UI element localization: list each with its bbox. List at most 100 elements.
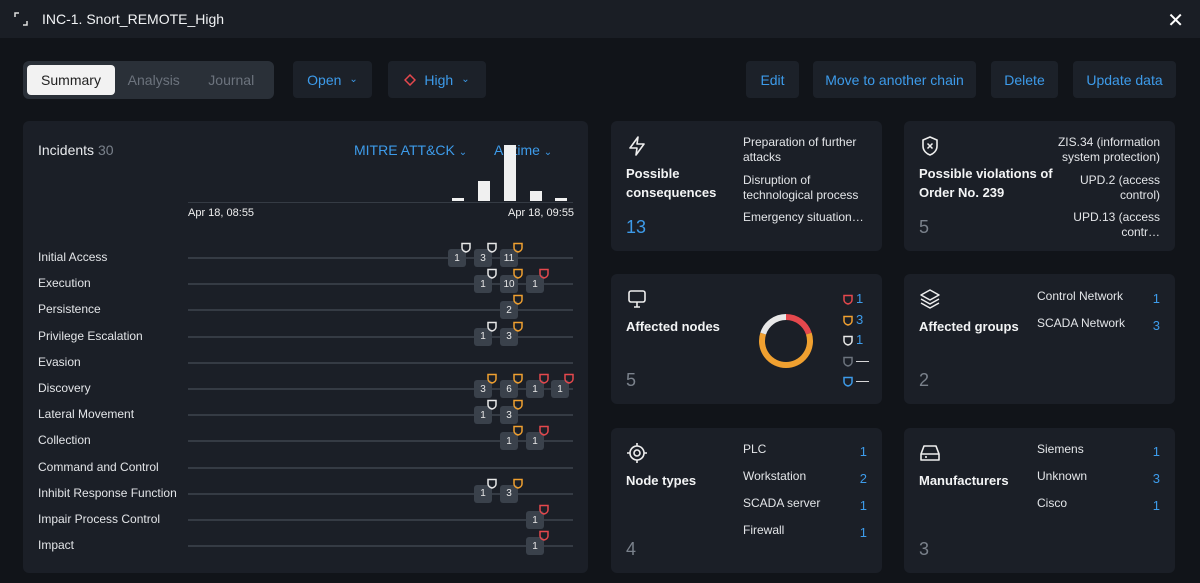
group-name: Control Network [1037, 289, 1124, 303]
severity-high-shield-icon [843, 294, 853, 305]
severity-low-shield-icon [487, 268, 497, 279]
expand-icon[interactable] [14, 12, 28, 26]
time-end-label: Apr 18, 09:55 [508, 207, 575, 219]
manufacturers-title: Manufacturers [919, 473, 1009, 488]
legend-item-high[interactable]: 1 [843, 291, 873, 307]
legend-item-unknown[interactable]: — [843, 353, 873, 369]
tactic-label: Initial Access [38, 250, 108, 264]
group-value[interactable]: 1 [1153, 291, 1160, 306]
severity-dropdown[interactable]: High ⌄ [388, 61, 486, 98]
severity-unknown-shield-icon [843, 356, 853, 367]
violation-item: UPD.13 (access contr… [1073, 210, 1160, 239]
tactic-label: Persistence [38, 302, 101, 317]
time-start-label: Apr 18, 08:55 [188, 207, 255, 219]
legend-item-info[interactable]: — [843, 373, 873, 389]
tactic-label: Command and Control [38, 459, 159, 474]
affected-groups-card[interactable]: Affected groups 2 Control Network 1 SCAD… [904, 274, 1175, 404]
histogram-bar[interactable] [504, 145, 516, 201]
severity-low-shield-icon [487, 321, 497, 332]
severity-low-shield-icon [487, 399, 497, 410]
item-value[interactable]: 3 [1153, 471, 1160, 486]
severity-high-shield-icon [539, 373, 549, 384]
manufacturers-count: 3 [919, 539, 930, 559]
severity-low-shield-icon [843, 335, 853, 346]
item-name: PLC [743, 442, 767, 456]
update-data-button[interactable]: Update data [1073, 61, 1176, 98]
tab-summary[interactable]: Summary [27, 65, 115, 95]
histogram-bar[interactable] [452, 197, 464, 201]
severity-medium-shield-icon [843, 315, 853, 326]
severity-medium-shield-icon [513, 268, 523, 279]
group-name: SCADA Network [1037, 316, 1126, 330]
tactic-label: Execution [38, 276, 91, 291]
item-value[interactable]: 1 [1153, 498, 1160, 513]
delete-button[interactable]: Delete [991, 61, 1058, 98]
severity-high-shield-icon [539, 426, 549, 437]
legend-value: — [856, 352, 869, 368]
item-value[interactable]: 1 [1153, 444, 1160, 459]
node-types-card[interactable]: Node types 4 PLC 1 Workstation 2 SCADA serve… [611, 428, 882, 573]
item-value[interactable]: 1 [860, 444, 867, 459]
severity-high-shield-icon [539, 530, 549, 541]
severity-medium-shield-icon [513, 373, 523, 384]
item-name: Unknown [1037, 469, 1088, 483]
legend-item-low[interactable]: 1 [843, 332, 873, 348]
chip-icon [627, 443, 647, 463]
edit-button[interactable]: Edit [746, 61, 799, 98]
group-value[interactable]: 3 [1153, 318, 1160, 333]
consequence-item: Disruption of technological process [743, 173, 859, 202]
shield-x-icon [922, 136, 938, 156]
tactic-timeline [188, 545, 573, 548]
item-value[interactable]: 1 [860, 525, 867, 540]
tactic-label: Impair Process Control [38, 512, 161, 526]
severity-medium-shield-icon [513, 321, 523, 332]
severity-high-shield-icon [539, 504, 549, 515]
framework-dropdown[interactable]: MITRE ATT&CK ⌄ [354, 142, 467, 158]
severity-medium-shield-icon [487, 373, 497, 384]
severity-low-shield-icon [461, 242, 471, 253]
tactic-label: Discovery [38, 381, 91, 395]
tactic-label: Impact [38, 538, 75, 553]
severity-info-shield-icon [843, 376, 853, 387]
layers-icon [920, 289, 940, 309]
manufacturers-card[interactable]: Manufacturers 3 Siemens 1 Unknown 3 Cisco 1 [904, 428, 1175, 573]
consequences-count: 13 [626, 217, 647, 237]
histogram-bar[interactable] [555, 197, 567, 201]
severity-value: High [424, 71, 454, 88]
incidents-title: Incidents 30 [38, 142, 114, 158]
window-header: INC-1. Snort_REMOTE_High ✕ [0, 0, 1200, 38]
legend-value: — [856, 373, 869, 388]
item-name: SCADA server [743, 496, 821, 510]
tab-journal[interactable]: Journal [193, 65, 271, 95]
period-dropdown[interactable]: All time ⌄ [494, 142, 552, 158]
incidents-label: Incidents [38, 142, 95, 158]
tab-analysis[interactable]: Analysis [115, 65, 193, 95]
status-dropdown[interactable]: Open ⌄ [293, 61, 372, 98]
item-value[interactable]: 2 [860, 471, 867, 486]
chevron-down-icon: ⌄ [461, 74, 470, 85]
consequences-title: Possible consequences [626, 166, 717, 200]
close-icon[interactable]: ✕ [1167, 8, 1184, 33]
donut-segment-medium[interactable] [759, 332, 813, 368]
tactic-timeline [188, 466, 573, 469]
lightning-icon [629, 136, 645, 156]
histogram-axis [188, 202, 573, 203]
violations-card[interactable]: Possible violations of Order No. 239 5 Z… [904, 121, 1175, 251]
violations-title: Possible violations of Order No. 239 [919, 166, 1053, 200]
framework-value: MITRE ATT&CK [354, 142, 455, 158]
move-chain-button[interactable]: Move to another chain [813, 61, 976, 98]
tactic-label: Collection [38, 433, 91, 448]
legend-item-medium[interactable]: 3 [843, 312, 873, 328]
tactic-label: Evasion [38, 354, 81, 369]
donut-segment-low[interactable] [760, 314, 787, 335]
consequences-card[interactable]: Possible consequences 13 Preparation of … [611, 121, 882, 251]
severity-low-shield-icon [487, 478, 497, 489]
histogram-bar[interactable] [530, 191, 542, 201]
histogram-bar[interactable] [478, 181, 490, 201]
severity-high-shield-icon [539, 268, 549, 279]
hard-drive-icon [920, 445, 940, 461]
affected-nodes-card[interactable]: Affected nodes 5 1 3 1 — — [611, 274, 882, 404]
item-value[interactable]: 1 [860, 498, 867, 513]
donut-segment-high[interactable] [785, 314, 812, 335]
affected-nodes-count: 5 [626, 370, 637, 390]
